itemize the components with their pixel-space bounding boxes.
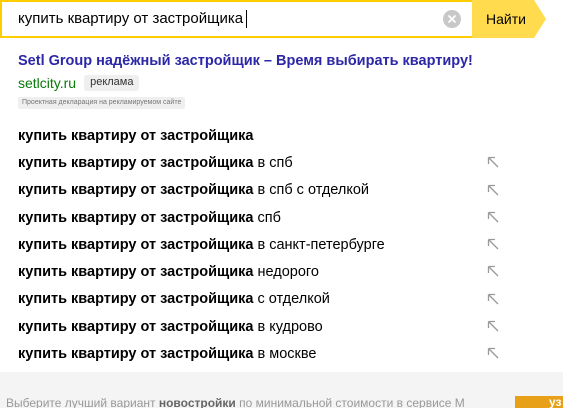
insert-arrow-icon[interactable]: [486, 183, 500, 197]
suggest-item[interactable]: купить квартиру от застройщика в спб с о…: [18, 177, 508, 204]
suggest-item[interactable]: купить квартиру от застройщика недорого: [18, 258, 508, 285]
ad-block: Setl Group надёжный застройщик – Время в…: [18, 52, 548, 109]
ad-disclaimer: Проектная декларация на рекламируемом са…: [18, 97, 186, 109]
suggest-query-rest: спб: [257, 209, 281, 226]
suggest-query-bold: купить квартиру от застройщика: [18, 346, 254, 363]
background-text-end: по минимальной стоимости в сервисе М: [235, 396, 465, 408]
search-input[interactable]: купить квартиру от застройщика: [0, 0, 472, 38]
insert-arrow-icon[interactable]: [486, 155, 500, 169]
suggest-list: купить квартиру от застройщика купить кв…: [18, 122, 508, 368]
suggest-query-bold: купить квартиру от застройщика: [18, 127, 254, 144]
clear-x-icon[interactable]: [443, 10, 461, 28]
suggest-query-bold: купить квартиру от застройщика: [18, 236, 254, 253]
suggest-item[interactable]: купить квартиру от застройщика в москве: [18, 340, 508, 367]
insert-arrow-icon[interactable]: [486, 346, 500, 360]
suggest-item[interactable]: купить квартиру от застройщика в кудрово: [18, 313, 508, 340]
suggest-query-rest: в кудрово: [257, 318, 323, 335]
background-page-strip: Выберите лучший вариант новостройки по м…: [0, 372, 563, 408]
search-button[interactable]: Найти: [472, 0, 534, 38]
suggest-item[interactable]: купить квартиру от застройщика: [18, 122, 508, 149]
search-input-text: купить квартиру от застройщика: [18, 10, 244, 27]
background-page-text: Выберите лучший вариант новостройки по м…: [6, 396, 465, 408]
suggest-query-rest: в санкт-петербурге: [257, 236, 385, 253]
suggest-query-rest: в спб: [257, 154, 293, 171]
ad-title-link[interactable]: Setl Group надёжный застройщик – Время в…: [18, 52, 548, 70]
background-page-button[interactable]: уз: [515, 396, 563, 408]
insert-arrow-icon[interactable]: [486, 292, 500, 306]
insert-arrow-icon[interactable]: [486, 237, 500, 251]
suggest-query-bold: купить квартиру от застройщика: [18, 209, 254, 226]
insert-arrow-icon[interactable]: [486, 210, 500, 224]
suggest-query-bold: купить квартиру от застройщика: [18, 264, 254, 281]
ad-domain[interactable]: setlcity.ru: [18, 75, 76, 91]
insert-arrow-icon[interactable]: [486, 319, 500, 333]
suggest-query-rest: в москве: [257, 346, 317, 363]
suggest-query-bold: купить квартиру от застройщика: [18, 318, 254, 335]
ad-badge: реклама: [84, 75, 140, 91]
suggest-item[interactable]: купить квартиру от застройщика в спб: [18, 149, 508, 176]
suggest-item[interactable]: купить квартиру от застройщика спб: [18, 204, 508, 231]
suggest-query-rest: недорого: [257, 264, 319, 281]
suggest-query-bold: купить квартиру от застройщика: [18, 154, 254, 171]
suggest-query-bold: купить квартиру от застройщика: [18, 291, 254, 308]
suggest-query-rest: с отделкой: [257, 291, 330, 308]
text-caret: [246, 10, 247, 28]
suggest-item[interactable]: купить квартиру от застройщика с отделко…: [18, 286, 508, 313]
background-text-start: Выберите лучший вариант: [6, 396, 159, 408]
background-text-bold: новостройки: [158, 396, 236, 408]
search-bar: купить квартиру от застройщика Найти: [0, 0, 548, 38]
search-button-arrow[interactable]: [534, 0, 546, 38]
suggest-query-rest: в спб с отделкой: [257, 182, 370, 199]
suggest-query-bold: купить квартиру от застройщика: [18, 182, 254, 199]
ad-domain-row: setlcity.ru реклама: [18, 75, 548, 91]
insert-arrow-icon[interactable]: [486, 264, 500, 278]
suggest-item[interactable]: купить квартиру от застройщика в санкт-п…: [18, 231, 508, 258]
